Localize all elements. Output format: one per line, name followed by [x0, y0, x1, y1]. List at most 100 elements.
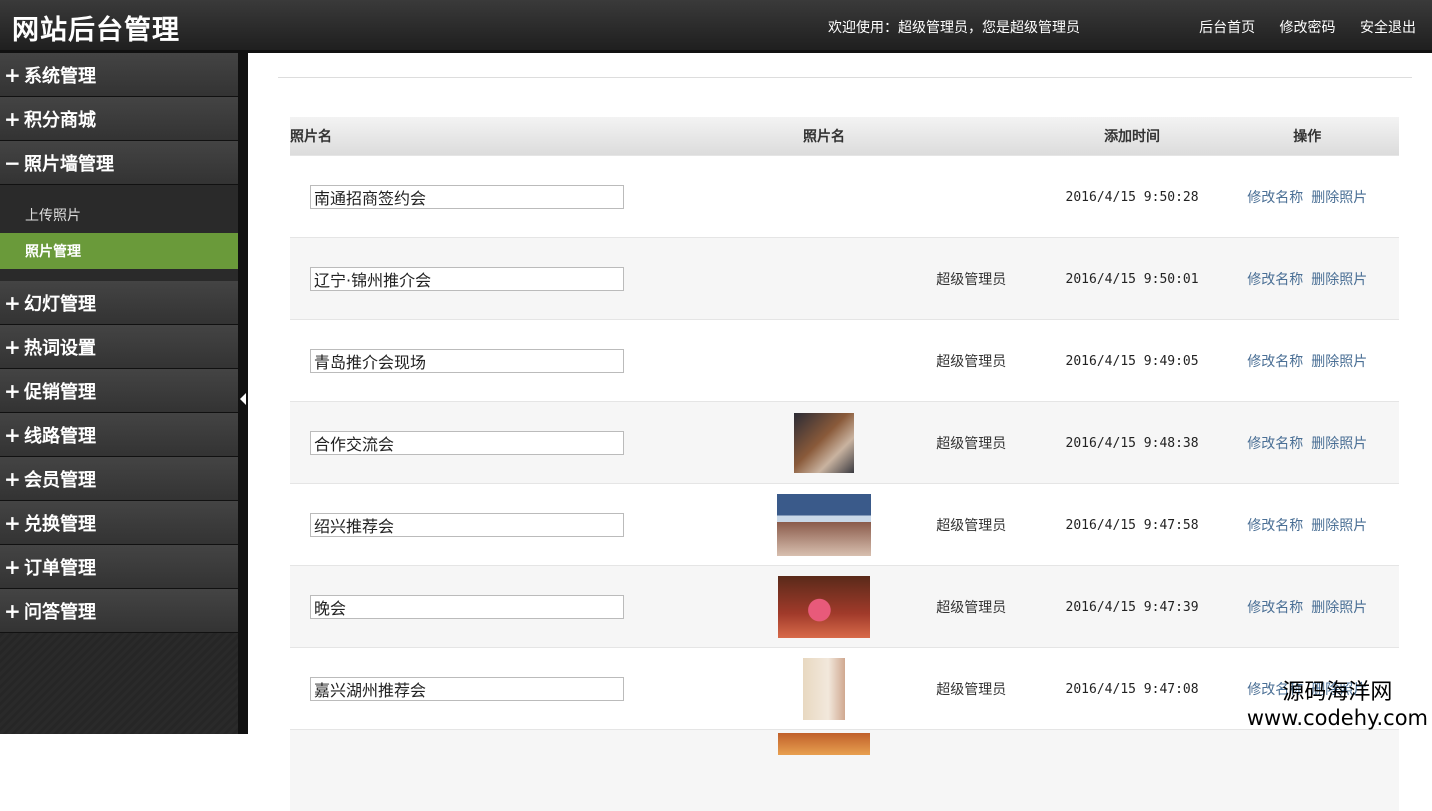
change-password-link[interactable]: 修改密码	[1280, 20, 1336, 36]
table-row	[290, 730, 1399, 811]
menu-qa[interactable]: + 问答管理	[0, 589, 238, 633]
added-time: 2016/4/15 9:48:38	[1066, 436, 1199, 451]
uploader-cell: 超级管理员	[894, 238, 1049, 320]
menu-label: 幻灯管理	[24, 290, 96, 316]
photo-name-input[interactable]	[310, 595, 624, 619]
photo-name-input[interactable]	[310, 349, 624, 373]
added-time: 2016/4/15 9:47:39	[1066, 600, 1199, 615]
expand-icon: +	[4, 63, 24, 87]
menu-slideshow[interactable]: + 幻灯管理	[0, 281, 238, 325]
col-photo-name: 照片名	[290, 117, 754, 156]
uploader-cell: 超级管理员	[894, 484, 1049, 566]
header-links: 后台首页 修改密码 安全退出	[1179, 17, 1416, 37]
menu-routes[interactable]: + 线路管理	[0, 413, 238, 457]
expand-icon: +	[4, 511, 24, 535]
menu-members[interactable]: + 会员管理	[0, 457, 238, 501]
app-header: 网站后台管理 欢迎使用：超级管理员，您是超级管理员 后台首页 修改密码 安全退出	[0, 0, 1432, 53]
uploader-cell: 超级管理员	[894, 566, 1049, 648]
rename-link[interactable]: 修改名称	[1247, 436, 1303, 452]
added-time: 2016/4/15 9:47:58	[1066, 518, 1199, 533]
table-row: 超级管理员 2016/4/15 9:49:05 修改名称删除照片	[290, 320, 1399, 402]
menu-system[interactable]: + 系统管理	[0, 53, 238, 97]
photo-thumbnail[interactable]	[777, 494, 871, 556]
table-row: 超级管理员 2016/4/15 9:48:38 修改名称删除照片	[290, 402, 1399, 484]
submenu-upload-photo[interactable]: 上传照片	[0, 197, 238, 233]
delete-link[interactable]: 删除照片	[1311, 272, 1367, 288]
menu-label: 热词设置	[24, 334, 96, 360]
rename-link[interactable]: 修改名称	[1247, 682, 1303, 698]
photo-thumbnail[interactable]	[778, 733, 870, 755]
photo-name-input[interactable]	[310, 185, 624, 209]
menu-label: 会员管理	[24, 466, 96, 492]
delete-link[interactable]: 删除照片	[1311, 354, 1367, 370]
menu-label: 订单管理	[24, 554, 96, 580]
menu-points-mall[interactable]: + 积分商城	[0, 97, 238, 141]
table-row: 超级管理员 2016/4/15 9:47:58 修改名称删除照片	[290, 484, 1399, 566]
photo-thumbnail[interactable]	[803, 658, 845, 720]
menu-orders[interactable]: + 订单管理	[0, 545, 238, 589]
delete-link[interactable]: 删除照片	[1311, 518, 1367, 534]
delete-link[interactable]: 删除照片	[1311, 436, 1367, 452]
delete-link[interactable]: 删除照片	[1311, 190, 1367, 206]
menu-hot-words[interactable]: + 热词设置	[0, 325, 238, 369]
rename-link[interactable]: 修改名称	[1247, 354, 1303, 370]
rename-link[interactable]: 修改名称	[1247, 190, 1303, 206]
table-row: 超级管理员 2016/4/15 9:50:01 修改名称删除照片	[290, 238, 1399, 320]
menu-promotion[interactable]: + 促销管理	[0, 369, 238, 413]
photo-name-input[interactable]	[310, 513, 624, 537]
added-time: 2016/4/15 9:50:28	[1066, 190, 1199, 205]
collapse-sidebar-icon[interactable]	[240, 393, 246, 405]
logout-link[interactable]: 安全退出	[1360, 20, 1416, 36]
table-row: 超级管理员 2016/4/15 9:47:39 修改名称删除照片	[290, 566, 1399, 648]
photo-thumbnail[interactable]	[778, 576, 870, 638]
home-link[interactable]: 后台首页	[1199, 20, 1255, 36]
menu-label: 兑换管理	[24, 510, 96, 536]
expand-icon: +	[4, 599, 24, 623]
submenu-photo-manage[interactable]: 照片管理	[0, 233, 238, 269]
photo-name-input[interactable]	[310, 267, 624, 291]
added-time: 2016/4/15 9:49:05	[1066, 354, 1199, 369]
table-header-row: 照片名 照片名 添加时间 操作	[290, 117, 1399, 156]
delete-link[interactable]: 删除照片	[1311, 600, 1367, 616]
photo-wall-submenu: 上传照片 照片管理	[0, 185, 238, 281]
expand-icon: +	[4, 423, 24, 447]
menu-label: 照片墙管理	[24, 150, 114, 176]
rename-link[interactable]: 修改名称	[1247, 600, 1303, 616]
expand-icon: +	[4, 291, 24, 315]
menu-label: 线路管理	[24, 422, 96, 448]
main-content: 照片名 照片名 添加时间 操作 2016/4/15 9:50:28 修改名称删除…	[248, 53, 1432, 734]
rename-link[interactable]: 修改名称	[1247, 272, 1303, 288]
divider	[278, 77, 1412, 78]
table-row: 超级管理员 2016/4/15 9:47:08 修改名称删除照片	[290, 648, 1399, 730]
uploader-cell	[894, 156, 1049, 238]
expand-icon: +	[4, 107, 24, 131]
expand-icon: +	[4, 335, 24, 359]
expand-icon: +	[4, 467, 24, 491]
collapse-icon: −	[4, 151, 24, 175]
photo-thumbnail[interactable]	[794, 413, 854, 473]
col-actions: 操作	[1216, 117, 1399, 156]
table-row: 2016/4/15 9:50:28 修改名称删除照片	[290, 156, 1399, 238]
welcome-text: 欢迎使用：超级管理员，您是超级管理员	[828, 17, 1080, 37]
photo-name-input[interactable]	[310, 431, 624, 455]
uploader-cell: 超级管理员	[894, 648, 1049, 730]
expand-icon: +	[4, 379, 24, 403]
menu-exchange[interactable]: + 兑换管理	[0, 501, 238, 545]
menu-photo-wall[interactable]: − 照片墙管理	[0, 141, 238, 185]
expand-icon: +	[4, 555, 24, 579]
menu-label: 系统管理	[24, 62, 96, 88]
col-uploader	[894, 117, 1049, 156]
rename-link[interactable]: 修改名称	[1247, 518, 1303, 534]
photo-table: 照片名 照片名 添加时间 操作 2016/4/15 9:50:28 修改名称删除…	[290, 117, 1399, 811]
col-photo: 照片名	[754, 117, 894, 156]
photo-name-input[interactable]	[310, 677, 624, 701]
delete-link[interactable]: 删除照片	[1311, 682, 1367, 698]
menu-label: 积分商城	[24, 106, 96, 132]
uploader-cell: 超级管理员	[894, 320, 1049, 402]
uploader-cell: 超级管理员	[894, 402, 1049, 484]
added-time: 2016/4/15 9:50:01	[1066, 272, 1199, 287]
col-added-time: 添加时间	[1049, 117, 1216, 156]
menu-label: 促销管理	[24, 378, 96, 404]
menu-label: 问答管理	[24, 598, 96, 624]
app-title: 网站后台管理	[12, 8, 180, 47]
